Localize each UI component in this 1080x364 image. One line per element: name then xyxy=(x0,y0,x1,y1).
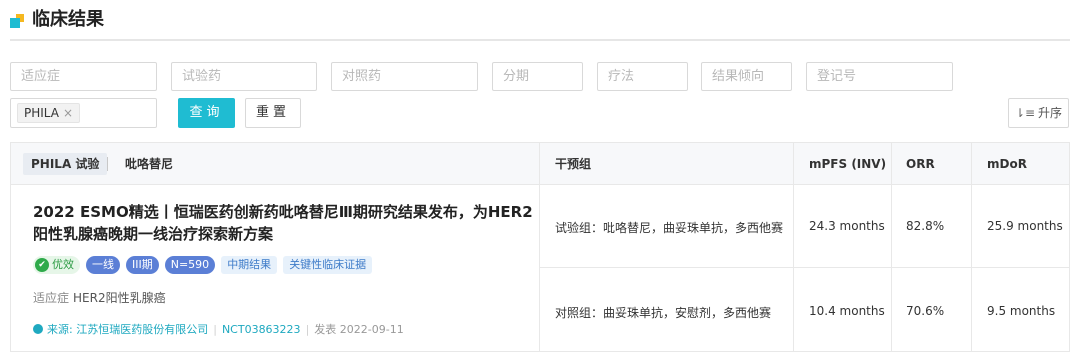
divider xyxy=(539,143,540,351)
results-table: PHILA 试验 吡咯替尼 干预组 mPFS (INV) ORR mDoR 20… xyxy=(10,142,1070,352)
table-cell-group: 试验组：吡咯替尼，曲妥珠单抗，多西他赛 xyxy=(555,221,784,235)
table-header: PHILA 试验 吡咯替尼 干预组 mPFS (INV) ORR mDoR xyxy=(11,143,1069,185)
check-icon: ✔ xyxy=(35,258,49,272)
indication-value: HER2阳性乳腺癌 xyxy=(73,291,166,305)
section-header: 临床结果 xyxy=(10,8,1070,41)
table-cell-group: 对照组：曲妥珠单抗，安慰剂，多西他赛 xyxy=(555,306,772,320)
indication-filter[interactable]: 适应症 xyxy=(10,62,157,91)
divider xyxy=(107,157,108,171)
header-orr: ORR xyxy=(906,157,935,171)
registration-number-filter[interactable]: 登记号 xyxy=(806,62,953,91)
filter-chip-label: PHILA xyxy=(24,106,59,120)
trial-badge[interactable]: PHILA 试验 xyxy=(23,153,108,175)
drug-name: 吡咯替尼 xyxy=(125,157,174,171)
sort-button[interactable]: ⇂≡ 升序 xyxy=(1008,98,1069,128)
source-info: 来源: 江苏恒瑞医药股份有限公司 | NCT03863223 | 发表 2022-09-… xyxy=(33,321,404,337)
source-label: 来源: xyxy=(47,323,73,336)
table-cell-mpfs: 10.4 months xyxy=(809,304,885,318)
section-title: 临床结果 xyxy=(32,9,104,30)
sort-icon: ⇂≡ xyxy=(1014,106,1036,120)
divider xyxy=(793,143,794,351)
tag-list: ✔ 优效 一线 III期 N=590 中期结果 关键性临床证据 xyxy=(33,256,378,274)
indication-label: 适应症 xyxy=(33,291,70,305)
stage-filter[interactable]: 分期 xyxy=(492,62,583,91)
table-cell-orr: 82.8% xyxy=(906,219,945,233)
divider xyxy=(891,143,892,351)
source-icon xyxy=(33,324,43,334)
header-mdor: mDoR xyxy=(987,157,1027,171)
table-cell-mdor: 25.9 months xyxy=(987,219,1063,233)
published-label: 发表 xyxy=(314,323,337,336)
header-mpfs: mPFS (INV) xyxy=(809,157,887,171)
nct-link[interactable]: NCT03863223 xyxy=(222,323,301,336)
result-tendency-filter[interactable]: 结果倾向 xyxy=(701,62,792,91)
line-tag: 一线 xyxy=(86,256,120,274)
reset-button[interactable]: 重置 xyxy=(245,98,301,128)
header-intervention: 干预组 xyxy=(555,157,592,171)
phase-tag: III期 xyxy=(126,256,159,274)
divider xyxy=(971,143,972,351)
test-drug-filter[interactable]: 试验药 xyxy=(171,62,317,91)
close-icon[interactable]: × xyxy=(63,106,73,120)
control-drug-filter[interactable]: 对照药 xyxy=(331,62,478,91)
keyword-tag-input[interactable]: PHILA × xyxy=(10,98,157,128)
efficacy-tag: ✔ 优效 xyxy=(33,256,80,274)
table-cell-orr: 70.6% xyxy=(906,304,945,318)
divider xyxy=(539,267,1069,268)
section-icon xyxy=(10,14,24,28)
table-cell-mpfs: 24.3 months xyxy=(809,219,885,233)
published-date: 2022-09-11 xyxy=(339,323,404,336)
query-button[interactable]: 查询 xyxy=(178,98,235,128)
pivotal-evidence-tag: 关键性临床证据 xyxy=(283,256,373,274)
interim-result-tag: 中期结果 xyxy=(221,256,278,274)
filter-chip: PHILA × xyxy=(17,103,81,123)
source-company-link[interactable]: 江苏恒瑞医药股份有限公司 xyxy=(76,323,208,336)
indication-info: 适应症 HER2阳性乳腺癌 xyxy=(33,289,166,306)
article-title[interactable]: 2022 ESMO精选丨恒瑞医药创新药吡咯替尼Ⅲ期研究结果发布，为HER2阳性乳… xyxy=(33,201,533,245)
table-cell-mdor: 9.5 months xyxy=(987,304,1056,318)
sort-label: 升序 xyxy=(1038,106,1063,120)
therapy-filter[interactable]: 疗法 xyxy=(597,62,688,91)
sample-size-tag: N=590 xyxy=(164,256,216,274)
